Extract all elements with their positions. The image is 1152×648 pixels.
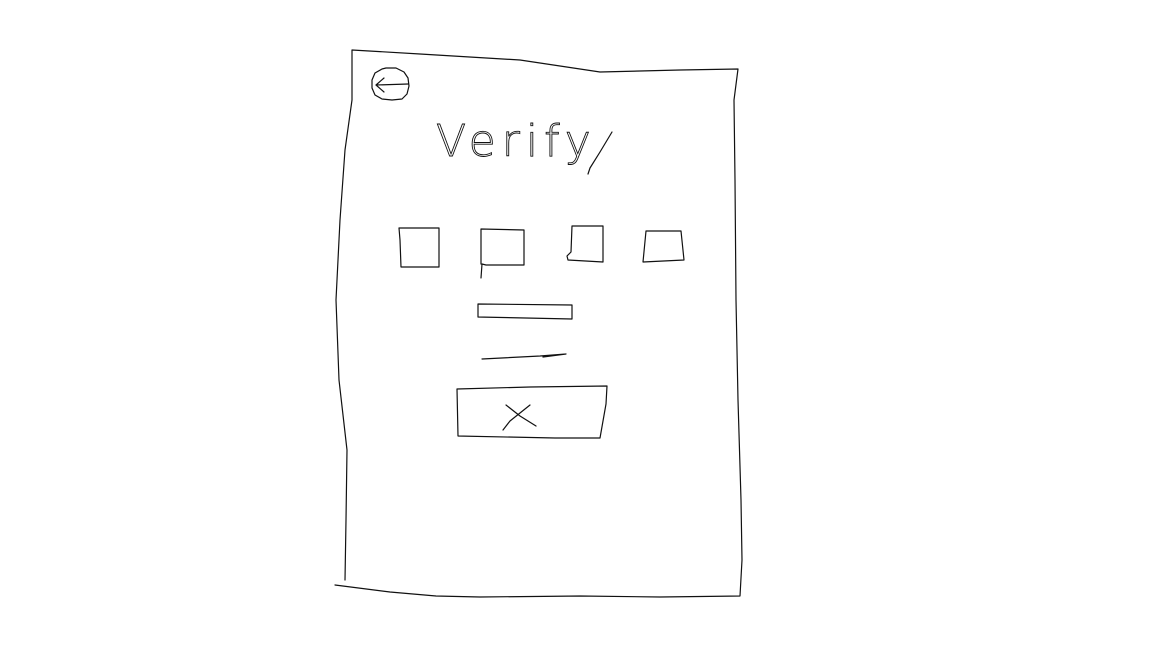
submit-button-frame xyxy=(456,385,608,439)
submit-button[interactable] xyxy=(456,385,608,439)
back-button[interactable] xyxy=(371,67,410,101)
code-box-2[interactable] xyxy=(480,228,525,279)
code-box-3[interactable] xyxy=(566,225,604,263)
close-x-icon xyxy=(502,404,537,431)
code-box-1[interactable] xyxy=(398,227,440,268)
message-line xyxy=(477,303,573,320)
page-title: Verify xyxy=(436,116,597,167)
wireframe-canvas: Verify xyxy=(334,49,743,598)
resend-link[interactable] xyxy=(481,353,567,360)
code-box-4[interactable] xyxy=(642,230,685,263)
verify-screen-sketch: Verify xyxy=(0,0,1152,648)
back-arrow-icon xyxy=(371,67,410,101)
code-inputs xyxy=(398,225,685,279)
